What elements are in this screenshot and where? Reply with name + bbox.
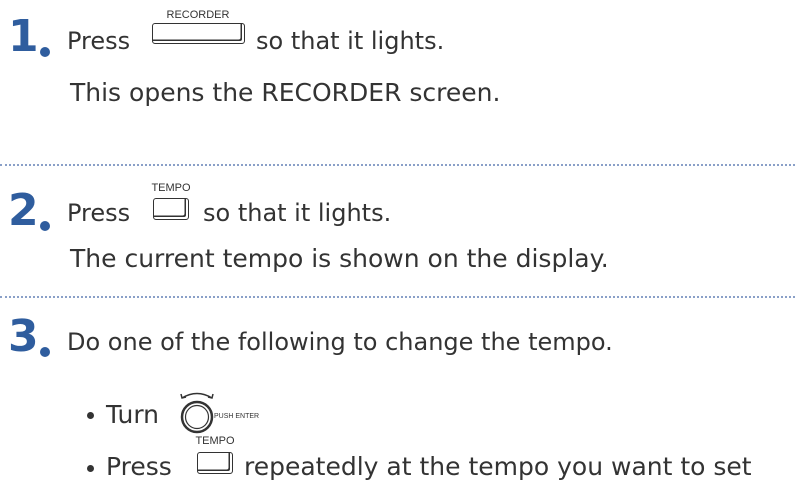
bullet-icon — [87, 412, 94, 419]
step-3-number: 3 — [8, 311, 39, 362]
recorder-button-icon — [152, 23, 245, 44]
tempo-button-label: TEMPO — [195, 435, 235, 447]
option-2-suffix-text: repeatedly at the tempo you want to set — [244, 452, 752, 481]
dial-label: PUSH ENTER — [214, 413, 260, 420]
step-3: 3 Do one of the following to change the … — [0, 300, 795, 497]
divider-1 — [0, 164, 795, 166]
divider-2 — [0, 296, 795, 298]
step-3-number-dot — [40, 347, 50, 357]
step-2-number-dot — [40, 221, 50, 231]
rotary-dial-icon — [180, 392, 214, 434]
recorder-button-label: RECORDER — [166, 9, 230, 21]
step-1-note: This opens the RECORDER screen. — [70, 78, 501, 107]
tempo-button-icon — [197, 452, 233, 474]
option-2-press-text: Press — [106, 452, 172, 481]
tempo-button-icon — [153, 198, 189, 220]
tempo-button-label: TEMPO — [151, 182, 191, 194]
step-3-text: Do one of the following to change the te… — [67, 328, 613, 356]
bullet-icon — [87, 465, 94, 472]
step-2-number: 2 — [8, 185, 39, 236]
step-2-press-text: Press — [67, 199, 131, 227]
option-1-text: Turn — [106, 400, 160, 429]
step-1: 1 Press RECORDER so that it lights. This… — [0, 0, 795, 150]
step-1-number: 1 — [8, 11, 39, 62]
step-2: 2 Press TEMPO so that it lights. The cur… — [0, 170, 795, 290]
step-1-number-dot — [40, 47, 50, 57]
step-2-suffix-text: so that it lights. — [203, 199, 392, 227]
step-2-note: The current tempo is shown on the displa… — [70, 244, 609, 273]
step-1-press-text: Press — [67, 27, 131, 55]
step-1-suffix-text: so that it lights. — [256, 27, 445, 55]
